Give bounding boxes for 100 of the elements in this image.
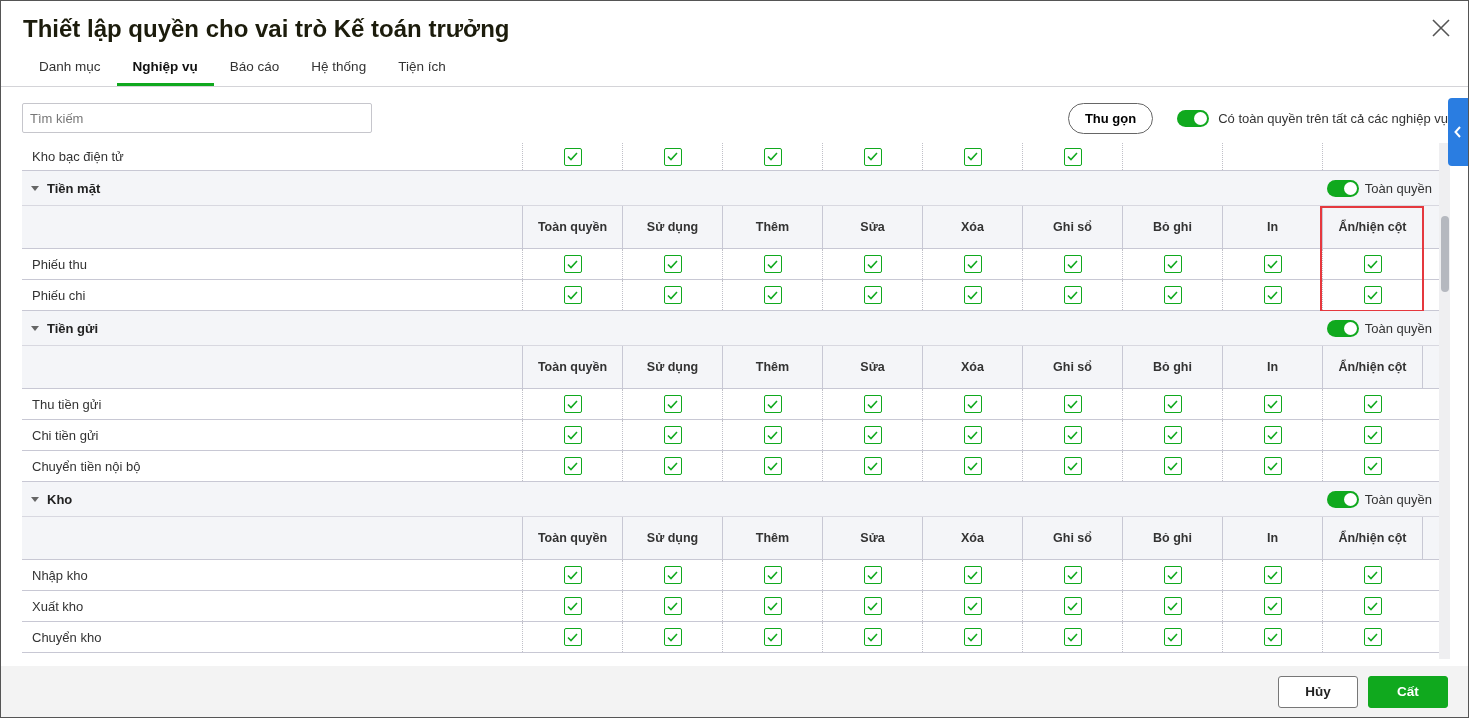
checkbox[interactable]: [963, 597, 982, 615]
checkbox[interactable]: [1363, 628, 1382, 646]
checkbox[interactable]: [1263, 255, 1282, 273]
checkbox[interactable]: [963, 255, 982, 273]
checkbox[interactable]: [1163, 286, 1182, 304]
checkbox[interactable]: [563, 597, 582, 615]
checkbox[interactable]: [663, 426, 682, 444]
search-field[interactable]: Tìm kiếm: [22, 103, 372, 133]
checkbox[interactable]: [1163, 395, 1182, 413]
collapse-button[interactable]: Thu gọn: [1067, 102, 1154, 134]
checkbox[interactable]: [563, 566, 582, 584]
checkbox[interactable]: [1363, 426, 1382, 444]
checkbox[interactable]: [663, 395, 682, 413]
cancel-button[interactable]: Hủy: [1278, 675, 1358, 708]
check-icon: [1067, 632, 1078, 642]
side-panel-tab[interactable]: [1448, 98, 1468, 166]
checkbox[interactable]: [1363, 255, 1382, 273]
checkbox[interactable]: [763, 566, 782, 584]
tab[interactable]: Nghiệp vụ: [116, 53, 214, 86]
checkbox[interactable]: [1263, 457, 1282, 475]
checkbox[interactable]: [1163, 566, 1182, 584]
checkbox[interactable]: [563, 395, 582, 413]
checkbox[interactable]: [763, 255, 782, 273]
checkbox[interactable]: [1263, 566, 1282, 584]
expand-toggle[interactable]: [30, 323, 40, 333]
checkbox[interactable]: [1363, 457, 1382, 475]
checkbox[interactable]: [963, 566, 982, 584]
checkbox[interactable]: [563, 255, 582, 273]
checkbox[interactable]: [963, 426, 982, 444]
checkbox[interactable]: [1063, 395, 1082, 413]
checkbox[interactable]: [863, 286, 882, 304]
toggle-switch[interactable]: [1326, 179, 1359, 197]
row-label: Nhập kho: [31, 566, 89, 585]
checkbox[interactable]: [763, 597, 782, 615]
checkbox[interactable]: [1063, 566, 1082, 584]
toggle-switch[interactable]: [1326, 319, 1359, 337]
checkbox[interactable]: [763, 426, 782, 444]
check-icon: [967, 399, 978, 409]
checkbox[interactable]: [1063, 255, 1082, 273]
toggle-switch[interactable]: [1326, 490, 1359, 508]
checkbox[interactable]: [1363, 566, 1382, 584]
check-icon: [967, 430, 978, 440]
checkbox[interactable]: [863, 628, 882, 646]
tab[interactable]: Hệ thống: [295, 53, 383, 86]
checkbox[interactable]: [863, 426, 882, 444]
checkbox[interactable]: [863, 566, 882, 584]
checkbox[interactable]: [763, 457, 782, 475]
checkbox[interactable]: [963, 457, 982, 475]
checkbox[interactable]: [1163, 426, 1182, 444]
expand-toggle[interactable]: [30, 183, 40, 193]
checkbox[interactable]: [763, 286, 782, 304]
checkbox[interactable]: [963, 147, 982, 166]
checkbox[interactable]: [663, 255, 682, 273]
checkbox[interactable]: [563, 147, 582, 166]
checkbox[interactable]: [663, 597, 682, 615]
checkbox[interactable]: [1363, 395, 1382, 413]
checkbox[interactable]: [863, 457, 882, 475]
toggle-switch[interactable]: [1177, 109, 1210, 127]
checkbox[interactable]: [1063, 628, 1082, 646]
checkbox[interactable]: [663, 628, 682, 646]
checkbox[interactable]: [1263, 395, 1282, 413]
checkbox[interactable]: [963, 628, 982, 646]
checkbox[interactable]: [863, 255, 882, 273]
checkbox[interactable]: [1263, 597, 1282, 615]
checkbox[interactable]: [563, 628, 582, 646]
checkbox[interactable]: [1263, 426, 1282, 444]
check-icon: [767, 399, 778, 409]
tab[interactable]: Tiện ích: [382, 53, 462, 86]
checkbox[interactable]: [1363, 286, 1382, 304]
checkbox[interactable]: [1263, 628, 1282, 646]
checkbox[interactable]: [763, 628, 782, 646]
checkbox[interactable]: [863, 147, 882, 166]
checkbox[interactable]: [763, 395, 782, 413]
expand-toggle[interactable]: [30, 494, 40, 504]
checkbox[interactable]: [963, 395, 982, 413]
tab[interactable]: Danh mục: [23, 53, 117, 86]
checkbox[interactable]: [663, 286, 682, 304]
checkbox[interactable]: [1063, 457, 1082, 475]
scrollbar[interactable]: [1439, 143, 1450, 659]
checkbox[interactable]: [1063, 597, 1082, 615]
checkbox[interactable]: [1063, 147, 1082, 166]
checkbox[interactable]: [1263, 286, 1282, 304]
checkbox[interactable]: [963, 286, 982, 304]
checkbox[interactable]: [1163, 457, 1182, 475]
checkbox[interactable]: [663, 457, 682, 475]
checkbox[interactable]: [563, 457, 582, 475]
checkbox[interactable]: [863, 597, 882, 615]
checkbox[interactable]: [663, 566, 682, 584]
checkbox[interactable]: [1163, 255, 1182, 273]
tab[interactable]: Báo cáo: [213, 53, 296, 86]
checkbox[interactable]: [1163, 628, 1182, 646]
checkbox[interactable]: [1063, 426, 1082, 444]
checkbox[interactable]: [1063, 286, 1082, 304]
checkbox[interactable]: [563, 426, 582, 444]
checkbox[interactable]: [1363, 597, 1382, 615]
checkbox[interactable]: [863, 395, 882, 413]
checkbox[interactable]: [763, 147, 782, 166]
checkbox[interactable]: [563, 286, 582, 304]
checkbox[interactable]: [1163, 597, 1182, 615]
checkbox[interactable]: [663, 147, 682, 166]
